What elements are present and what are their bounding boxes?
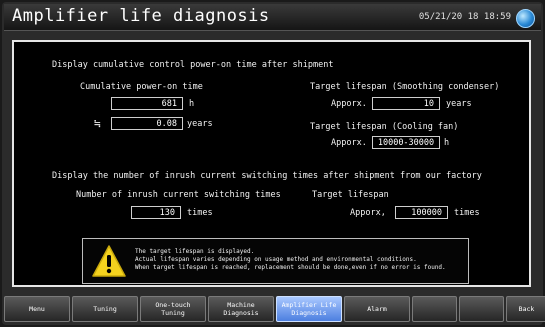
fan-unit: h <box>444 138 450 148</box>
blank-button-1[interactable] <box>412 296 457 322</box>
inrush-target-unit: times <box>454 208 480 218</box>
inrush-count-value: 130 <box>131 206 181 219</box>
menu-button[interactable]: Menu <box>4 296 70 322</box>
fan-value: 10000-30000 <box>372 136 440 149</box>
clock-readout: 05/21/20 18 18:59 <box>418 12 511 22</box>
target-condenser-label: Target lifespan (Smoothing condenser) <box>310 82 500 92</box>
page-title: Amplifier life diagnosis <box>12 6 270 26</box>
back-button[interactable]: Back <box>506 296 545 322</box>
warning-icon <box>92 245 126 277</box>
section1-heading: Display cumulative control power-on time… <box>52 60 334 70</box>
condenser-unit: years <box>446 99 472 109</box>
notice-line-3: When target lifespan is reached, replace… <box>135 264 446 271</box>
alarm-button[interactable]: Alarm <box>344 296 410 322</box>
approx-equal-icon: ≒ <box>94 117 101 130</box>
years-value: 0.08 <box>111 117 183 130</box>
target-fan-label: Target lifespan (Cooling fan) <box>310 122 459 132</box>
lifespan-notice: The target lifespan is displayed. Actual… <box>82 238 469 284</box>
inrush-approx-label: Apporx, <box>350 208 386 218</box>
inrush-count-label: Number of inrush current switching times <box>76 190 281 200</box>
inrush-count-unit: times <box>187 208 213 218</box>
section2-heading: Display the number of inrush current swi… <box>52 171 482 181</box>
machine-diagnosis-button[interactable]: Machine Diagnosis <box>208 296 274 322</box>
notice-line-1: The target lifespan is displayed. <box>135 248 255 255</box>
power-on-label: Cumulative power-on time <box>80 82 203 92</box>
inrush-target-value: 100000 <box>395 206 448 219</box>
power-on-value: 681 <box>111 97 183 110</box>
blank-button-2[interactable] <box>459 296 504 322</box>
diagnosis-panel: Display cumulative control power-on time… <box>12 40 531 287</box>
condenser-value: 10 <box>372 97 440 110</box>
inrush-target-label: Target lifespan <box>312 190 389 200</box>
condenser-approx-label: Apporx. <box>331 99 367 109</box>
one-touch-tuning-button[interactable]: One-touch Tuning <box>140 296 206 322</box>
fan-approx-label: Apporx. <box>331 138 367 148</box>
title-bar: Amplifier life diagnosis 05/21/20 18 18:… <box>4 4 541 31</box>
years-unit: years <box>187 119 213 129</box>
globe-icon[interactable] <box>516 9 535 28</box>
tuning-button[interactable]: Tuning <box>72 296 138 322</box>
amplifier-life-diagnosis-button[interactable]: Amplifier Life Diagnosis <box>276 296 342 322</box>
power-on-unit: h <box>189 99 195 109</box>
notice-line-2: Actual lifespan varies depending on usag… <box>135 256 417 263</box>
bottom-nav: Menu Tuning One-touch Tuning Machine Dia… <box>4 296 545 322</box>
